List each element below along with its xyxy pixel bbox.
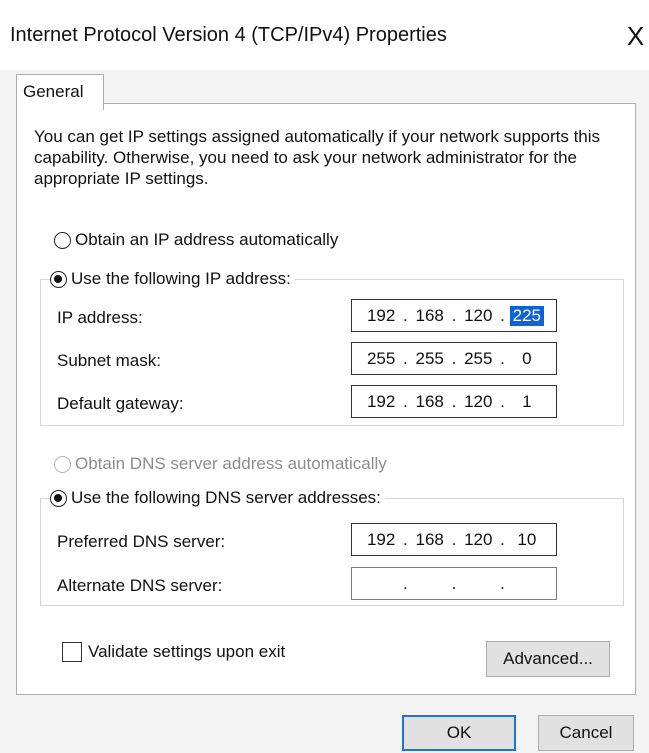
subnet-mask-label: Subnet mask: — [57, 351, 161, 370]
octet-separator: . — [451, 348, 457, 368]
gateway-octet-3: 120 — [464, 391, 493, 411]
ip-octet-2: 168 — [415, 305, 444, 325]
close-button[interactable]: X — [622, 16, 649, 56]
preferred-dns-octet-1: 192 — [366, 529, 396, 549]
title-bar: Internet Protocol Version 4 (TCP/IPv4) P… — [0, 0, 649, 70]
default-gateway-input[interactable]: 192. 168. 120. 1 — [351, 385, 557, 418]
subnet-mask-input[interactable]: 255. 255. 255. 0 — [351, 342, 557, 375]
gateway-octet-1: 192 — [366, 391, 396, 411]
subnet-octet-4: 0 — [522, 348, 532, 368]
gateway-octet-2: 168 — [415, 391, 444, 411]
obtain-dns-auto-radio[interactable]: Obtain DNS server address automatically — [54, 454, 391, 474]
radio-circle-icon — [54, 231, 71, 249]
ip-octet-3: 120 — [464, 305, 493, 325]
preferred-dns-label: Preferred DNS server: — [57, 532, 226, 551]
ip-address-group: IP address: 192. 168. 120. 225 Subnet ma… — [40, 279, 624, 426]
use-following-ip-radio[interactable]: Use the following IP address: — [50, 269, 295, 289]
ip-address-label: IP address: — [57, 308, 143, 327]
use-following-ip-label: Use the following IP address: — [71, 269, 291, 288]
octet-separator: . — [403, 529, 408, 549]
ip-address-input[interactable]: 192. 168. 120. 225 — [351, 299, 557, 332]
octet-separator: . — [403, 348, 408, 368]
validate-settings-label: Validate settings upon exit — [88, 642, 286, 661]
obtain-ip-auto-label: Obtain an IP address automatically — [75, 230, 339, 249]
obtain-dns-auto-label: Obtain DNS server address automatically — [75, 454, 387, 473]
alternate-dns-label: Alternate DNS server: — [57, 576, 223, 595]
octet-separator: . — [500, 573, 505, 593]
ip-octet-1: 192 — [366, 305, 396, 325]
checkbox-box-icon — [62, 642, 82, 662]
preferred-dns-octet-2: 168 — [415, 529, 444, 549]
alternate-dns-input[interactable]: . . . — [351, 567, 557, 600]
tab-general[interactable]: General — [16, 74, 104, 110]
preferred-dns-octet-4: 10 — [517, 529, 537, 549]
validate-settings-checkbox[interactable]: Validate settings upon exit — [62, 642, 285, 662]
intro-text: You can get IP settings assigned automat… — [34, 127, 601, 188]
use-following-dns-label: Use the following DNS server addresses: — [71, 488, 381, 507]
radio-selected-icon — [50, 270, 67, 288]
octet-separator: . — [500, 305, 505, 325]
octet-separator: . — [451, 529, 457, 549]
ok-button[interactable]: OK — [402, 715, 516, 751]
advanced-button[interactable]: Advanced... — [486, 641, 610, 677]
obtain-ip-auto-radio[interactable]: Obtain an IP address automatically — [54, 230, 343, 250]
default-gateway-label: Default gateway: — [57, 394, 184, 413]
ip-octet-4-selected: 225 — [509, 305, 544, 326]
octet-separator: . — [451, 305, 457, 325]
dns-server-group: Preferred DNS server: 192. 168. 120. 10 … — [40, 498, 624, 606]
preferred-dns-input[interactable]: 192. 168. 120. 10 — [351, 523, 557, 556]
gateway-octet-4: 1 — [522, 391, 532, 411]
preferred-dns-octet-3: 120 — [464, 529, 493, 549]
radio-selected-icon — [50, 489, 67, 507]
octet-separator: . — [451, 573, 457, 593]
octet-separator: . — [403, 305, 408, 325]
subnet-octet-1: 255 — [366, 348, 396, 368]
octet-separator: . — [500, 348, 505, 368]
octet-separator: . — [403, 573, 408, 593]
window-title: Internet Protocol Version 4 (TCP/IPv4) P… — [10, 24, 447, 46]
use-following-dns-radio[interactable]: Use the following DNS server addresses: — [50, 488, 385, 508]
octet-separator: . — [500, 391, 505, 411]
tab-strip: General — [0, 70, 649, 110]
subnet-octet-2: 255 — [415, 348, 444, 368]
octet-separator: . — [451, 391, 457, 411]
octet-separator: . — [500, 529, 505, 549]
cancel-button[interactable]: Cancel — [538, 715, 634, 751]
radio-circle-icon — [54, 455, 71, 473]
octet-separator: . — [403, 391, 408, 411]
subnet-octet-3: 255 — [464, 348, 493, 368]
